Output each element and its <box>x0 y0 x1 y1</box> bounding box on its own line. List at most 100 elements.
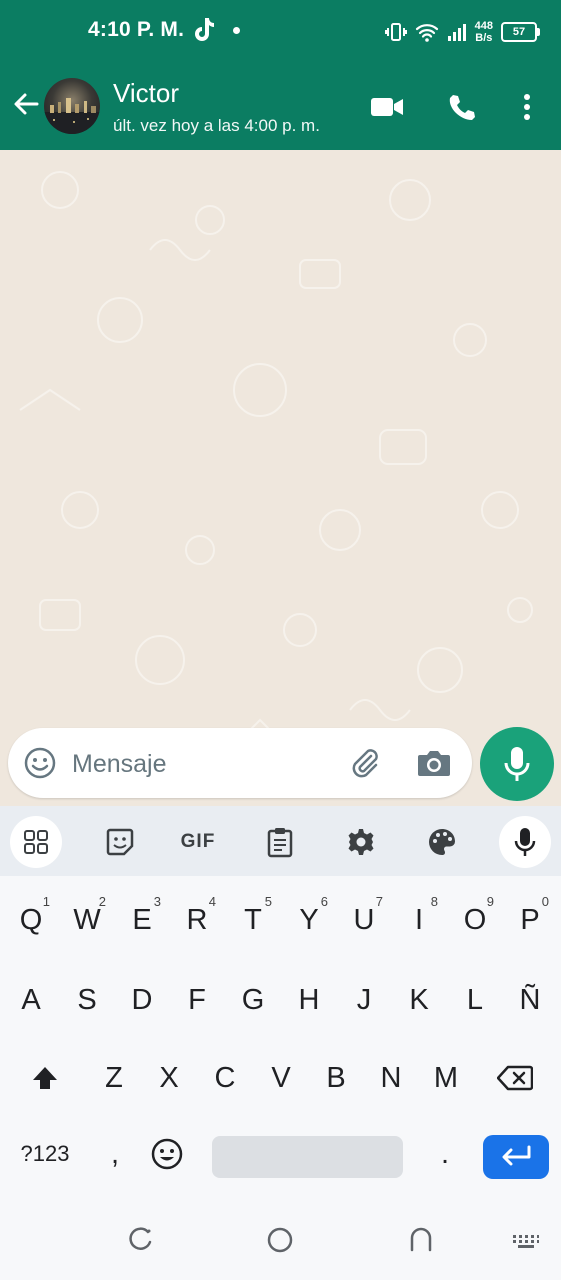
camera-icon[interactable] <box>416 748 452 778</box>
system-nav-bar <box>0 1212 561 1280</box>
emoji-icon[interactable] <box>24 747 56 779</box>
key-hint: 4 <box>208 894 216 909</box>
key-label: P <box>520 903 540 936</box>
tiktok-icon <box>195 18 214 41</box>
enter-icon <box>502 1145 531 1166</box>
key-i[interactable]: I8 <box>394 888 444 952</box>
key-hint: 7 <box>375 894 383 909</box>
mic-icon <box>504 747 530 781</box>
keyboard-hide-icon[interactable] <box>512 1234 540 1250</box>
voice-typing-button[interactable] <box>499 816 551 868</box>
clipboard-icon <box>267 828 293 858</box>
home-icon[interactable] <box>266 1226 294 1254</box>
key-label: E <box>132 903 152 936</box>
key-label: O <box>463 903 487 936</box>
notification-dot <box>233 27 240 34</box>
key-g[interactable]: G <box>228 968 278 1032</box>
sticker-button[interactable] <box>94 816 146 868</box>
key-r[interactable]: R4 <box>172 888 222 952</box>
enter-key[interactable] <box>483 1135 549 1179</box>
shift-key[interactable] <box>20 1046 70 1110</box>
key-p[interactable]: P0 <box>505 888 555 952</box>
emoji-key[interactable] <box>142 1122 192 1186</box>
key-v[interactable]: V <box>256 1046 306 1110</box>
key-m[interactable]: M <box>421 1046 471 1110</box>
key-label: W <box>73 903 101 936</box>
key-e[interactable]: E3 <box>117 888 167 952</box>
key-a[interactable]: A <box>6 968 56 1032</box>
clipboard-button[interactable] <box>254 816 306 868</box>
status-bar: 4:10 P. M. 448 B/s 57 <box>0 0 561 64</box>
period-key[interactable]: . <box>420 1122 470 1186</box>
key-label: Q <box>19 903 43 936</box>
key-y[interactable]: Y6 <box>284 888 334 952</box>
key-hint: 3 <box>153 894 161 909</box>
key-c[interactable]: C <box>200 1046 250 1110</box>
backspace-key[interactable] <box>490 1046 540 1110</box>
key-hint: 2 <box>98 894 106 909</box>
key-j[interactable]: J <box>339 968 389 1032</box>
key-h[interactable]: H <box>284 968 334 1032</box>
settings-icon <box>348 829 374 855</box>
key-f[interactable]: F <box>172 968 222 1032</box>
key-hint: 8 <box>430 894 438 909</box>
key-x[interactable]: X <box>144 1046 194 1110</box>
comma-key[interactable]: , <box>90 1122 140 1186</box>
symbols-key[interactable]: ?123 <box>10 1122 80 1186</box>
key-hint: 5 <box>264 894 272 909</box>
key-label: Y <box>299 903 319 936</box>
contact-name[interactable]: Victor <box>113 78 179 109</box>
key-t[interactable]: T5 <box>228 888 278 952</box>
recents-icon[interactable] <box>126 1226 154 1254</box>
sticker-icon <box>106 828 134 856</box>
backspace-icon <box>497 1065 533 1091</box>
network-speed-unit: B/s <box>475 32 493 44</box>
key-w[interactable]: W2 <box>62 888 112 952</box>
attach-icon[interactable] <box>348 746 382 780</box>
back-icon[interactable] <box>408 1226 434 1254</box>
key-hint: 1 <box>42 894 50 909</box>
key-hint: 9 <box>486 894 494 909</box>
battery-icon: 57 <box>501 22 540 42</box>
settings-button[interactable] <box>335 816 387 868</box>
signal-icon <box>447 24 466 41</box>
key-label: T <box>244 903 262 936</box>
key-q[interactable]: Q1 <box>6 888 56 952</box>
mic-icon <box>514 828 536 856</box>
vibrate-icon <box>384 23 407 41</box>
chat-header: Victor últ. vez hoy a las 4:00 p. m. <box>0 64 561 150</box>
avatar-photo <box>44 98 100 134</box>
theme-button[interactable] <box>416 816 468 868</box>
key-n[interactable]: N <box>366 1046 416 1110</box>
voice-record-button[interactable] <box>480 727 554 801</box>
wifi-icon <box>415 24 438 42</box>
space-key[interactable] <box>212 1136 403 1178</box>
video-call-icon[interactable] <box>370 94 404 120</box>
chat-area[interactable] <box>0 150 561 806</box>
key-o[interactable]: O9 <box>450 888 500 952</box>
more-options-icon[interactable] <box>515 92 539 122</box>
apps-grid-button[interactable] <box>10 816 62 868</box>
key-d[interactable]: D <box>117 968 167 1032</box>
status-icons: 448 B/s 57 <box>384 16 540 48</box>
message-composer <box>8 728 472 798</box>
key-enye[interactable]: Ñ <box>505 968 555 1032</box>
last-seen-status[interactable]: últ. vez hoy a las 4:00 p. m. <box>113 116 320 136</box>
back-arrow-icon[interactable] <box>10 88 42 120</box>
key-k[interactable]: K <box>394 968 444 1032</box>
key-hint: 0 <box>541 894 549 909</box>
voice-call-icon[interactable] <box>446 92 476 122</box>
gif-button[interactable]: GIF <box>172 816 224 868</box>
avatar[interactable] <box>44 78 100 134</box>
key-hint: 6 <box>320 894 328 909</box>
key-l[interactable]: L <box>450 968 500 1032</box>
apps-grid-icon <box>24 830 48 854</box>
palette-icon <box>429 829 455 855</box>
key-b[interactable]: B <box>311 1046 361 1110</box>
key-z[interactable]: Z <box>89 1046 139 1110</box>
message-input[interactable] <box>70 744 334 784</box>
key-u[interactable]: U7 <box>339 888 389 952</box>
key-s[interactable]: S <box>62 968 112 1032</box>
chat-wallpaper <box>19 171 533 775</box>
key-label: I <box>414 903 424 936</box>
